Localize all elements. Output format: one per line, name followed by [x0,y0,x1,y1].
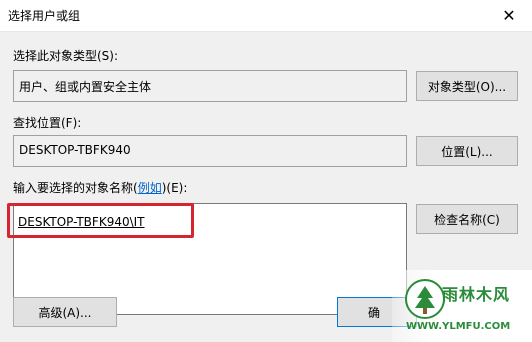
watermark-name: 雨林木风 [442,285,511,304]
watermark-url: WWW.YLMFU.COM [406,321,511,332]
location-field: DESKTOP-TBFK940 [13,135,407,167]
tree-logo-icon [405,279,445,319]
highlight-box [7,203,194,238]
location-value: DESKTOP-TBFK940 [19,143,131,157]
location-label: 查找位置(F): [13,116,82,130]
object-types-button[interactable]: 对象类型(O)... [416,71,518,101]
object-type-label: 选择此对象类型(S): [13,49,119,63]
locations-button[interactable]: 位置(L)... [416,136,518,166]
check-names-button[interactable]: 检查名称(C) [416,204,518,234]
watermark: 雨林木风 WWW.YLMFU.COM [392,270,532,342]
examples-link[interactable]: 例如 [138,181,162,195]
title-bar: 选择用户或组 ✕ [0,0,532,32]
object-type-value: 用户、组或内置安全主体 [19,80,152,94]
window-title: 选择用户或组 [8,9,81,23]
object-names-label-suffix: )(E): [161,181,188,195]
advanced-button[interactable]: 高级(A)... [13,297,117,327]
object-names-label-prefix: 输入要选择的对象名称( [13,181,138,195]
object-type-field: 用户、组或内置安全主体 [13,70,407,102]
object-names-label: 输入要选择的对象名称(例如)(E): [13,179,187,196]
close-icon[interactable]: ✕ [486,0,532,31]
